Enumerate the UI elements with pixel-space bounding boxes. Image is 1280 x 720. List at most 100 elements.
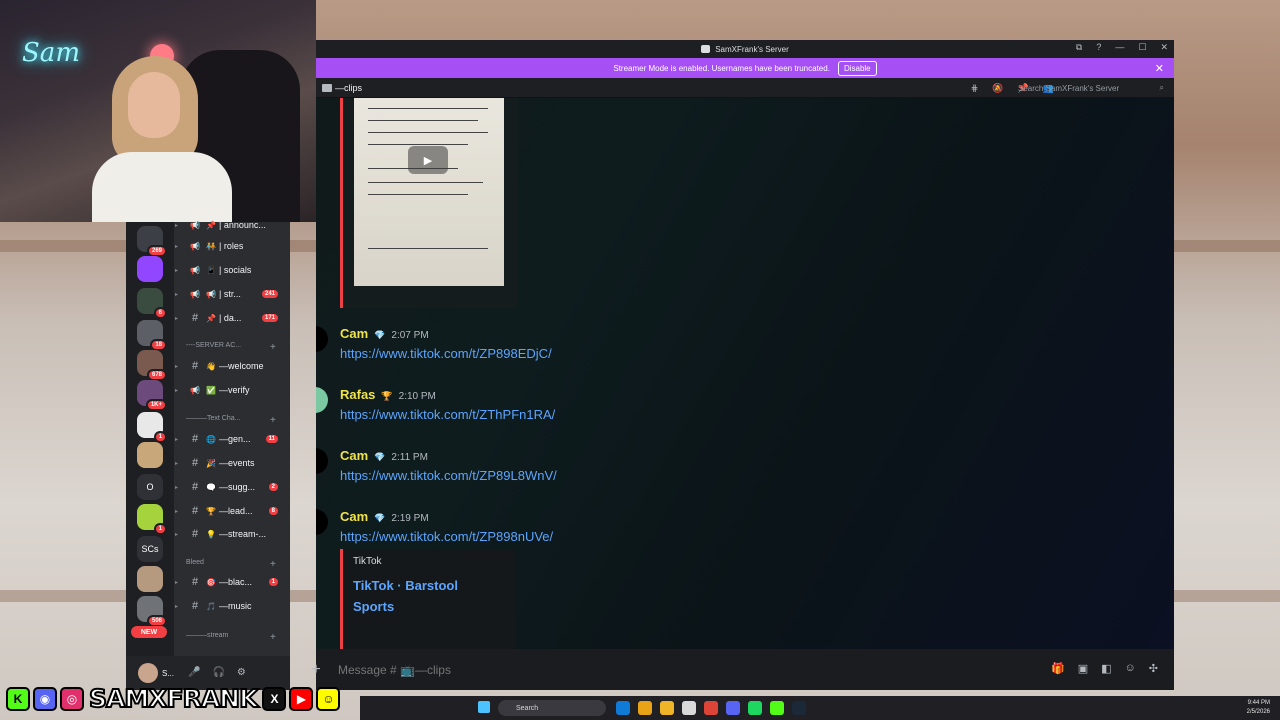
neon-sign: Sam [22, 38, 80, 68]
server-icon[interactable]: SCs [137, 536, 163, 562]
server-icon[interactable]: 18 [137, 320, 167, 351]
message-input[interactable] [338, 662, 958, 677]
channel-item[interactable]: ▸ 📢 🧑‍🤝‍🧑 | roles [174, 237, 290, 255]
author-name[interactable]: Cam [340, 448, 368, 463]
kick-taskbar-icon[interactable] [770, 701, 784, 715]
embed-title-line[interactable]: Sports [353, 596, 506, 617]
channel-item[interactable]: ▸ # 🎵 —music [174, 597, 290, 615]
author-name[interactable]: Cam [340, 326, 368, 341]
channel-item[interactable]: ▸ # 👋 —welcome [174, 357, 290, 375]
close-button[interactable]: ✕ [1160, 42, 1168, 53]
channel-item[interactable]: ▸ # 🎯 —blac... 1 [174, 573, 290, 591]
system-clock[interactable]: 9:44 PM 2/5/2026 [1247, 699, 1270, 717]
channel-item[interactable]: ▸ # 📌 | da... 171 [174, 309, 290, 327]
discord-taskbar-icon[interactable] [726, 701, 740, 715]
channel-item[interactable]: ▸ # 🌐 —gen... 11 [174, 430, 290, 448]
channel-item[interactable]: ▸ # 🎉 —events [174, 454, 290, 472]
message-link[interactable]: https://www.tiktok.com/t/ZThPFn1RA/ [340, 407, 555, 422]
search-placeholder: Search SamXFrank's Server [1018, 83, 1120, 93]
channel-item[interactable]: ▸ 📢 📢 | str... 241 [174, 285, 290, 303]
add-channel-icon[interactable]: + [270, 559, 276, 570]
taskbar-apps [616, 701, 806, 715]
attach-plus-icon[interactable]: + [308, 661, 324, 679]
channel-item[interactable]: ▸ # 🏆 —lead... 8 [174, 502, 290, 520]
category-stream[interactable]: ———stream + [186, 632, 276, 643]
author-name[interactable]: Cam [340, 509, 368, 524]
chrome-profile-icon[interactable] [704, 701, 718, 715]
category-label: ———Text Cha... [186, 415, 241, 422]
channel-item[interactable]: ▸ # 🗨️ —sugg... 2 [174, 478, 290, 496]
emoji-icon[interactable]: ☺ [1125, 662, 1136, 675]
channel-item[interactable]: ▸ 📢 📌 | announc... [174, 216, 290, 234]
microphone-icon[interactable]: 🎤 [188, 667, 200, 678]
search-icon: ⌕ [1159, 83, 1164, 92]
add-channel-icon[interactable]: + [270, 415, 276, 426]
taskbar-search[interactable]: Search [498, 700, 606, 716]
add-channel-icon[interactable]: + [270, 632, 276, 643]
message-link[interactable]: https://www.tiktok.com/t/ZP898nUVe/ [340, 529, 553, 544]
collapse-arrow-icon: ▸ [175, 267, 179, 274]
message-link[interactable]: https://www.tiktok.com/t/ZP898EDjC/ [340, 346, 552, 361]
file-explorer-icon[interactable] [660, 701, 674, 715]
category-bleed[interactable]: Bleed + [186, 559, 276, 570]
steam-icon[interactable] [792, 701, 806, 715]
avatar[interactable] [316, 509, 328, 535]
chrome-icon[interactable] [638, 701, 652, 715]
windows-taskbar: Search 9:44 PM 2/5/2026 [360, 696, 1280, 720]
channel-label: | da... [219, 313, 242, 323]
add-channel-icon[interactable]: + [270, 342, 276, 353]
server-icon[interactable]: 1 [137, 412, 167, 443]
category-text[interactable]: ———Text Cha... + [186, 415, 276, 426]
embed-title[interactable]: TikTok · Barstool Sports [353, 575, 506, 617]
channel-item[interactable]: ▸ 📢 📱 | socials [174, 261, 290, 279]
avatar[interactable] [316, 326, 328, 352]
play-icon[interactable]: ▶ [408, 146, 448, 174]
channel-label: —welcome [219, 361, 264, 371]
windows-start-icon[interactable] [478, 701, 490, 713]
mute-icon[interactable]: 🔕 [992, 83, 1003, 94]
server-icon[interactable] [137, 256, 163, 282]
message-link[interactable]: https://www.tiktok.com/t/ZP89L8WnV/ [340, 468, 557, 483]
maximize-button[interactable]: ☐ [1138, 42, 1146, 53]
channel-emoji-icon: 🏆 [206, 506, 216, 516]
minimize-button[interactable]: — [1115, 42, 1124, 53]
server-icon[interactable] [137, 566, 163, 592]
channel-item[interactable]: ▸ # 💡 —stream-... [174, 525, 290, 543]
apps-icon[interactable]: ✣ [1149, 662, 1158, 675]
server-icon[interactable]: 6 [137, 288, 167, 319]
collapse-arrow-icon: ▸ [175, 531, 179, 538]
banner-close-icon[interactable]: ✕ [1155, 62, 1164, 75]
hashtag-icon: # [191, 312, 199, 324]
disable-streamer-mode-button[interactable]: Disable [837, 60, 877, 76]
embed-title-line[interactable]: TikTok · Barstool [353, 575, 506, 596]
sticker-icon[interactable]: ◧ [1101, 662, 1111, 675]
spotify-icon[interactable] [748, 701, 762, 715]
server-icon[interactable]: 506 [137, 596, 167, 627]
settings-gear-icon[interactable]: ⚙ [237, 667, 246, 678]
server-icon[interactable]: 1 [137, 504, 167, 535]
user-avatar[interactable] [138, 663, 158, 683]
author-name[interactable]: Rafas [340, 387, 375, 402]
help-icon[interactable]: ? [1096, 42, 1101, 53]
avatar[interactable] [316, 448, 328, 474]
category-server[interactable]: ----SERVER AC... + [186, 342, 276, 353]
streamer-handle: SAMXFRANK [88, 683, 259, 714]
headphones-icon[interactable]: 🎧 [212, 667, 224, 678]
search-input[interactable]: Search SamXFrank's Server ⌕ [1012, 81, 1168, 95]
threads-icon[interactable]: ⋕ [971, 83, 979, 94]
collapse-arrow-icon: ▸ [175, 436, 179, 443]
gif-icon[interactable]: ▣ [1078, 662, 1088, 675]
server-icon[interactable]: 678 [137, 350, 167, 381]
channel-item[interactable]: ▸ 📢 ✅ —verify [174, 381, 290, 399]
avatar[interactable] [316, 387, 328, 413]
inbox-icon[interactable]: ⧉ [1076, 42, 1082, 53]
server-icon[interactable]: O [137, 474, 163, 500]
gift-icon[interactable]: 🎁 [1051, 662, 1065, 675]
edge-icon[interactable] [616, 701, 630, 715]
server-icon[interactable] [137, 442, 163, 468]
server-icon[interactable]: 269 [137, 226, 167, 257]
server-icon[interactable]: NEW [131, 626, 167, 638]
video-thumbnail[interactable]: ▶ [354, 98, 504, 286]
server-icon[interactable]: 1K+ [137, 380, 167, 411]
calendar-icon[interactable] [682, 701, 696, 715]
